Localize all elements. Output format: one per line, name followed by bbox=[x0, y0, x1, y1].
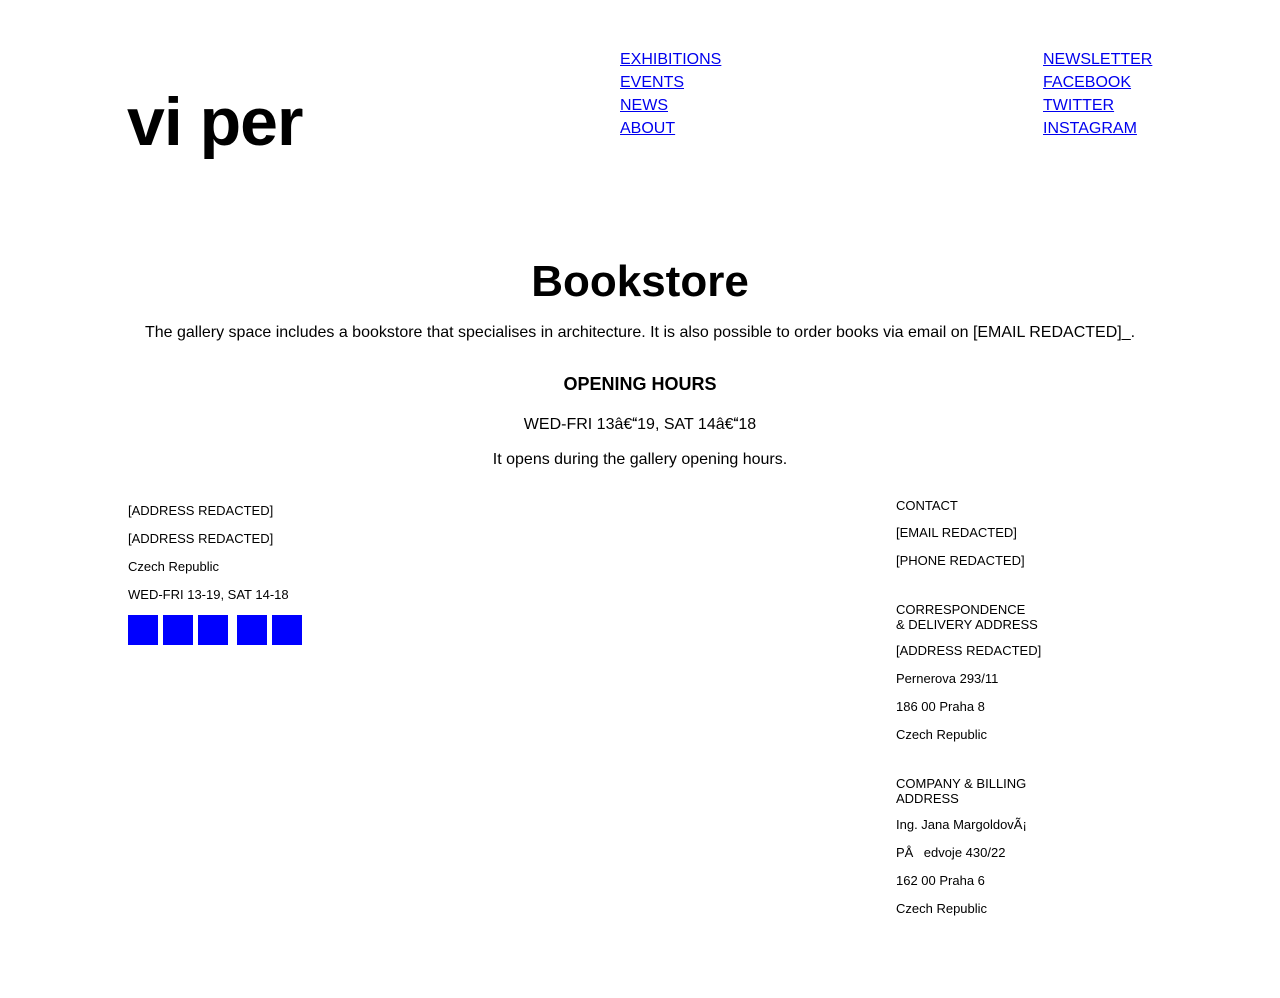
nav-item-events: EVENTS bbox=[620, 71, 721, 94]
nav-link-about[interactable]: ABOUT bbox=[620, 120, 675, 137]
nav-link-newsletter[interactable]: NEWSLETTER bbox=[1043, 51, 1152, 68]
contact-email[interactable]: [EMAIL REDACTED] bbox=[896, 519, 1076, 547]
nav-item-news: NEWS bbox=[620, 94, 721, 117]
company-label-line-2: ADDRESS bbox=[896, 791, 959, 806]
footer-address-line-1: [ADDRESS REDACTED] bbox=[128, 503, 274, 518]
social-icons bbox=[128, 615, 307, 645]
footer-country: Czech Republic bbox=[128, 559, 220, 574]
intro-text: The gallery space includes a bookstore t… bbox=[144, 324, 1136, 341]
correspondence-block: CORRESPONDENCE & DELIVERY ADDRESS [ADDRE… bbox=[896, 601, 1076, 749]
main-content: Bookstore The gallery space includes a b… bbox=[0, 255, 1280, 470]
page-title: Bookstore bbox=[531, 257, 749, 306]
nav-item-newsletter: NEWSLETTER bbox=[1043, 48, 1152, 71]
company-street: PÅedvoje 430/22 bbox=[896, 845, 1006, 860]
footer-address: [ADDRESS REDACTED] [ADDRESS REDACTED] Cz… bbox=[128, 497, 307, 645]
company-label-line-1: COMPANY & BILLING bbox=[896, 776, 1027, 791]
contact-phone[interactable]: [PHONE REDACTED] bbox=[896, 547, 1076, 575]
main-nav: EXHIBITIONS EVENTS NEWS ABOUT bbox=[620, 48, 721, 140]
opening-hours-value: WED-FRI 13â€19, SAT 14â€18 bbox=[523, 416, 757, 433]
opening-hours-heading: OPENING HOURS bbox=[563, 374, 717, 394]
correspondence-street: Pernerova 293/11 bbox=[896, 671, 999, 686]
correspondence-label: CORRESPONDENCE & DELIVERY ADDRESS bbox=[896, 601, 1076, 637]
company-name: Ing. Jana MargoldovÃ¡ bbox=[896, 817, 1027, 832]
contact-label: CONTACT bbox=[896, 498, 958, 513]
correspondence-label-line-2: & DELIVERY ADDRESS bbox=[896, 617, 1038, 632]
social-icon-3[interactable] bbox=[198, 615, 228, 645]
nav-item-instagram: INSTAGRAM bbox=[1043, 117, 1152, 140]
nav-link-news[interactable]: NEWS bbox=[620, 97, 668, 114]
site-logo[interactable]: vi per bbox=[127, 88, 303, 156]
nav-link-instagram[interactable]: INSTAGRAM bbox=[1043, 120, 1137, 137]
opening-hours-note: It opens during the gallery opening hour… bbox=[492, 451, 788, 468]
nav-item-about: ABOUT bbox=[620, 117, 721, 140]
social-icon-2[interactable] bbox=[163, 615, 193, 645]
social-nav: NEWSLETTER FACEBOOK TWITTER INSTAGRAM bbox=[1043, 48, 1152, 140]
nav-link-twitter[interactable]: TWITTER bbox=[1043, 97, 1114, 114]
nav-link-events[interactable]: EVENTS bbox=[620, 74, 684, 91]
nav-item-exhibitions: EXHIBITIONS bbox=[620, 48, 721, 71]
social-icon-5[interactable] bbox=[272, 615, 302, 645]
footer-contact-column: CONTACT [EMAIL REDACTED] [PHONE REDACTED… bbox=[896, 497, 1076, 949]
correspondence-line-1: [ADDRESS REDACTED] bbox=[896, 643, 1042, 658]
company-label: COMPANY & BILLING ADDRESS bbox=[896, 775, 1076, 811]
company-city: 162 00 Praha 6 bbox=[896, 873, 985, 888]
company-country: Czech Republic bbox=[896, 901, 988, 916]
contact-block: CONTACT [EMAIL REDACTED] [PHONE REDACTED… bbox=[896, 497, 1076, 575]
footer-address-line-2: [ADDRESS REDACTED] bbox=[128, 531, 274, 546]
nav-link-facebook[interactable]: FACEBOOK bbox=[1043, 74, 1131, 91]
footer-hours: WED-FRI 13-19, SAT 14-18 bbox=[128, 587, 289, 602]
correspondence-country: Czech Republic bbox=[896, 727, 988, 742]
correspondence-city: 186 00 Praha 8 bbox=[896, 699, 985, 714]
social-icon-1[interactable] bbox=[128, 615, 158, 645]
nav-link-exhibitions[interactable]: EXHIBITIONS bbox=[620, 51, 721, 68]
nav-item-twitter: TWITTER bbox=[1043, 94, 1152, 117]
nav-item-facebook: FACEBOOK bbox=[1043, 71, 1152, 94]
company-block: COMPANY & BILLING ADDRESS Ing. Jana Marg… bbox=[896, 775, 1076, 923]
social-icon-4[interactable] bbox=[237, 615, 267, 645]
correspondence-label-line-1: CORRESPONDENCE bbox=[896, 602, 1026, 617]
